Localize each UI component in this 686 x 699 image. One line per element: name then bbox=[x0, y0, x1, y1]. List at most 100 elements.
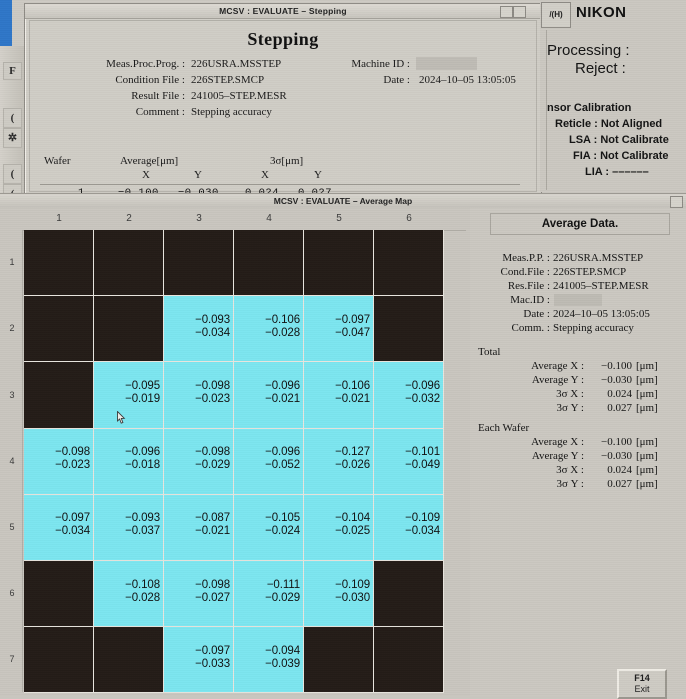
desktop-corner-accent bbox=[0, 0, 12, 46]
map-cell-x-value: −0.105 bbox=[265, 512, 300, 525]
map-cell-r1-c6 bbox=[374, 230, 444, 297]
map-cell-r3-c6[interactable]: −0.096 −0.032 bbox=[374, 362, 444, 429]
strip-button-asterisk[interactable]: ✲ bbox=[3, 128, 22, 148]
avg-date-label: Date : bbox=[523, 308, 550, 320]
map-cell-y-value: −0.032 bbox=[405, 392, 440, 405]
average-data-panel: Average Data. Meas.P.P. : 226USRA.MSSTEP… bbox=[470, 208, 686, 696]
map-cell-y-value: −0.019 bbox=[125, 392, 160, 405]
avg-comm-label: Comm. : bbox=[511, 322, 550, 334]
map-cell-r5-c6[interactable]: −0.109 −0.034 bbox=[374, 494, 444, 561]
map-cell-r5-c3[interactable]: −0.087 −0.021 bbox=[164, 494, 234, 561]
map-cell-r6-c6 bbox=[374, 561, 444, 628]
meas-proc-prog-value: 226USRA.MSSTEP bbox=[191, 58, 282, 70]
average-map-window-title: MCSV : EVALUATE – Average Map bbox=[273, 196, 413, 206]
map-cell-r1-c2 bbox=[94, 230, 164, 297]
machine-id-label: Machine ID : bbox=[351, 58, 410, 70]
map-cell-r5-c1[interactable]: −0.097 −0.034 bbox=[24, 494, 94, 561]
map-cell-r1-c3 bbox=[164, 230, 234, 297]
avg-y-subheader: Y bbox=[194, 169, 202, 181]
map-cell-x-value: −0.096 bbox=[265, 379, 300, 392]
result-file-label: Result File : bbox=[131, 90, 185, 102]
map-row-header-5: 5 bbox=[9, 521, 15, 532]
comment-value: Stepping accuracy bbox=[191, 106, 272, 118]
map-cell-x-value: −0.101 bbox=[405, 446, 440, 459]
map-cell-r4-c1[interactable]: −0.098 −0.023 bbox=[24, 428, 94, 495]
each-sigma-x-unit: [μm] bbox=[636, 464, 658, 476]
map-cell-x-value: −0.098 bbox=[195, 578, 230, 591]
map-column-header-row: 1 2 3 4 5 6 bbox=[22, 210, 466, 231]
each-sigma-y-unit: [μm] bbox=[636, 478, 658, 490]
strip-button-f[interactable]: F bbox=[3, 62, 22, 80]
map-cell-r3-c3[interactable]: −0.098 −0.023 bbox=[164, 362, 234, 429]
map-cell-r6-c3[interactable]: −0.098 −0.027 bbox=[164, 561, 234, 628]
map-cell-r5-c2[interactable]: −0.093 −0.037 bbox=[94, 494, 164, 561]
map-cell-r5-c4[interactable]: −0.105 −0.024 bbox=[234, 494, 304, 561]
wafer-map-grid[interactable]: −0.093 −0.034 −0.106 −0.028 −0.097 −0.047 −0.0… bbox=[24, 230, 444, 694]
map-cell-y-value: −0.021 bbox=[265, 392, 300, 405]
map-cell-r3-c5[interactable]: −0.106 −0.021 bbox=[304, 362, 374, 429]
mouse-cursor-icon bbox=[117, 411, 126, 424]
strip-button-paren-1[interactable]: ( bbox=[3, 108, 22, 128]
map-cell-x-value: −0.095 bbox=[125, 379, 160, 392]
map-cell-r4-c3[interactable]: −0.098 −0.029 bbox=[164, 428, 234, 495]
map-cell-r4-c4[interactable]: −0.096 −0.052 bbox=[234, 428, 304, 495]
average-map-maximize-button[interactable] bbox=[670, 196, 683, 208]
date-value: 2024–10–05 13:05:05 bbox=[419, 74, 516, 86]
map-cell-x-value: −0.127 bbox=[335, 446, 370, 459]
stepping-titlebar[interactable]: MCSV : EVALUATE – Stepping bbox=[25, 4, 541, 19]
map-cell-r4-c6[interactable]: −0.101 −0.049 bbox=[374, 428, 444, 495]
map-cell-y-value: −0.026 bbox=[335, 459, 370, 472]
map-cell-y-value: −0.034 bbox=[195, 326, 230, 339]
stepping-minimize-button[interactable] bbox=[500, 6, 513, 18]
map-cell-y-value: −0.037 bbox=[125, 525, 160, 538]
map-cell-r4-c5[interactable]: −0.127 −0.026 bbox=[304, 428, 374, 495]
map-cell-y-value: −0.024 bbox=[265, 525, 300, 538]
strip-button-paren-2[interactable]: ( bbox=[3, 164, 22, 184]
map-cell-r6-c5[interactable]: −0.109 −0.030 bbox=[304, 561, 374, 628]
each-sigma-y-value: 0.027 bbox=[607, 478, 632, 490]
map-cell-r4-c2[interactable]: −0.096 −0.018 bbox=[94, 428, 164, 495]
map-column-header-4: 4 bbox=[266, 213, 272, 224]
stepping-maximize-button[interactable] bbox=[513, 6, 526, 18]
map-row-header-6: 6 bbox=[9, 588, 15, 599]
map-cell-x-value: −0.093 bbox=[195, 313, 230, 326]
map-cell-r6-c4[interactable]: −0.111 −0.029 bbox=[234, 561, 304, 628]
map-row-header-4: 4 bbox=[9, 455, 15, 466]
map-cell-x-value: −0.106 bbox=[265, 313, 300, 326]
map-cell-r3-c4[interactable]: −0.096 −0.021 bbox=[234, 362, 304, 429]
stepping-heading: Stepping bbox=[247, 29, 319, 49]
average-map-titlebar[interactable]: MCSV : EVALUATE – Average Map bbox=[0, 194, 686, 209]
total-sigma-y-value: 0.027 bbox=[607, 402, 632, 414]
avg-meas-pp-value: 226USRA.MSSTEP bbox=[553, 252, 644, 264]
total-average-x-value: −0.100 bbox=[601, 360, 632, 372]
map-cell-x-value: −0.098 bbox=[195, 446, 230, 459]
map-cell-x-value: −0.096 bbox=[125, 446, 160, 459]
total-average-y-value: −0.030 bbox=[601, 374, 632, 386]
map-cell-y-value: −0.052 bbox=[265, 459, 300, 472]
map-cell-r2-c4[interactable]: −0.106 −0.028 bbox=[234, 296, 304, 363]
map-cell-y-value: −0.021 bbox=[195, 525, 230, 538]
each-average-y-label: Average Y : bbox=[531, 450, 584, 462]
nikon-tab-button[interactable]: /(H) bbox=[541, 2, 571, 28]
map-cell-y-value: −0.034 bbox=[405, 525, 440, 538]
average-column-header: Average[μm] bbox=[120, 155, 179, 167]
map-row-header-3: 3 bbox=[9, 389, 15, 400]
map-cell-x-value: −0.096 bbox=[265, 446, 300, 459]
map-cell-y-value: −0.039 bbox=[265, 657, 300, 670]
each-sigma-y-label: 3σ Y : bbox=[556, 478, 584, 490]
map-cell-r7-c4[interactable]: −0.094 −0.039 bbox=[234, 627, 304, 694]
total-sigma-x-value: 0.024 bbox=[607, 388, 632, 400]
map-cell-r7-c3[interactable]: −0.097 −0.033 bbox=[164, 627, 234, 694]
map-cell-r1-c5 bbox=[304, 230, 374, 297]
map-cell-r6-c2[interactable]: −0.108 −0.028 bbox=[94, 561, 164, 628]
wafer-map-area: 123456 1234567 −0.093 −0.034 −0.106 −0.028−… bbox=[0, 208, 470, 696]
map-cell-r2-c5[interactable]: −0.097 −0.047 bbox=[304, 296, 374, 363]
map-cell-r7-c5 bbox=[304, 627, 374, 694]
f14-action-label: Exit bbox=[634, 684, 650, 694]
map-cell-r2-c3[interactable]: −0.093 −0.034 bbox=[164, 296, 234, 363]
map-cell-r3-c2[interactable]: −0.095 −0.019 bbox=[94, 362, 164, 429]
each-average-x-value: −0.100 bbox=[601, 436, 632, 448]
map-cell-r5-c5[interactable]: −0.104 −0.025 bbox=[304, 494, 374, 561]
each-sigma-x-value: 0.024 bbox=[607, 464, 632, 476]
total-heading: Total bbox=[478, 346, 501, 358]
